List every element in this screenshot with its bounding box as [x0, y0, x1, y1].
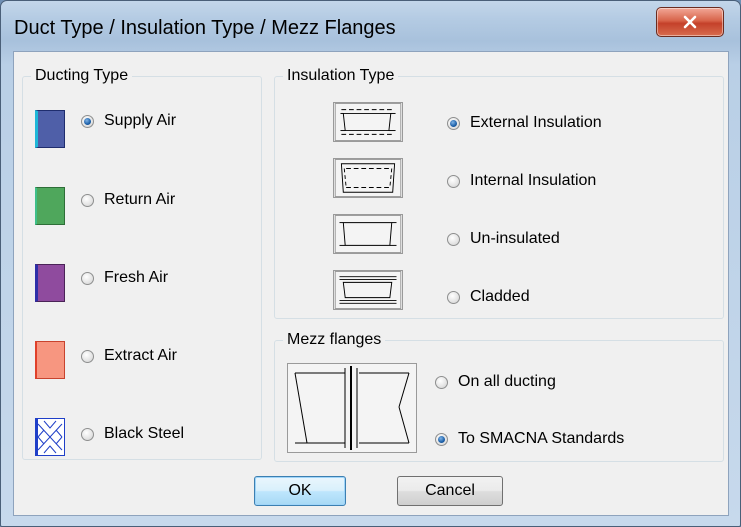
radio-button[interactable]: [447, 290, 460, 304]
ducting-option-supply-air[interactable]: Supply Air: [81, 112, 176, 130]
mezz-option-smacna[interactable]: To SMACNA Standards: [435, 430, 624, 448]
ducting-option-black-steel[interactable]: Black Steel: [81, 425, 184, 443]
insulation-option-internal[interactable]: Internal Insulation: [447, 172, 596, 190]
cladded-icon: [333, 270, 403, 310]
dialog-window: Duct Type / Insulation Type / Mezz Flang…: [0, 0, 741, 527]
close-button[interactable]: [656, 7, 724, 37]
insulation-option-un-insulated[interactable]: Un-insulated: [447, 230, 560, 248]
cancel-button[interactable]: Cancel: [397, 476, 503, 506]
radio-button[interactable]: [435, 432, 448, 446]
option-label: Internal Insulation: [470, 172, 597, 189]
radio-button[interactable]: [81, 114, 94, 128]
return-air-swatch: [35, 187, 65, 225]
option-label: Extract Air: [104, 347, 177, 364]
option-label: Un-insulated: [470, 230, 560, 247]
radio-button[interactable]: [435, 375, 448, 389]
option-label: External Insulation: [470, 114, 602, 131]
insulation-type-group: Insulation Type External Insulation Inte…: [274, 67, 724, 319]
fresh-air-swatch: [35, 264, 65, 302]
mezz-flanges-label: Mezz flanges: [283, 331, 386, 349]
option-label: Supply Air: [104, 112, 177, 129]
ducting-option-extract-air[interactable]: Extract Air: [81, 347, 177, 365]
ducting-option-fresh-air[interactable]: Fresh Air: [81, 269, 168, 287]
radio-button[interactable]: [81, 349, 94, 363]
mezz-option-on-all-ducting[interactable]: On all ducting: [435, 373, 556, 391]
option-label: Black Steel: [104, 425, 185, 442]
ducting-option-return-air[interactable]: Return Air: [81, 191, 175, 209]
insulation-option-cladded[interactable]: Cladded: [447, 288, 530, 306]
radio-button[interactable]: [81, 427, 94, 441]
internal-insulation-icon: [333, 158, 403, 198]
radio-button[interactable]: [447, 116, 460, 130]
extract-air-swatch: [35, 341, 65, 379]
radio-button[interactable]: [81, 193, 94, 207]
option-label: On all ducting: [458, 373, 556, 390]
title-bar[interactable]: Duct Type / Insulation Type / Mezz Flang…: [1, 1, 740, 51]
insulation-option-external[interactable]: External Insulation: [447, 114, 602, 132]
ok-button[interactable]: OK: [254, 476, 346, 506]
black-steel-swatch: [35, 418, 65, 456]
ducting-type-group: Ducting Type Supply Air Return Air Fresh…: [22, 67, 262, 460]
option-label: To SMACNA Standards: [458, 430, 625, 447]
option-label: Fresh Air: [104, 269, 169, 286]
dialog-body: Ducting Type Supply Air Return Air Fresh…: [13, 51, 729, 516]
option-label: Cladded: [470, 288, 530, 305]
radio-button[interactable]: [447, 174, 460, 188]
radio-button[interactable]: [81, 271, 94, 285]
supply-air-swatch: [35, 110, 65, 148]
radio-button[interactable]: [447, 232, 460, 246]
ducting-type-label: Ducting Type: [31, 67, 133, 85]
insulation-type-label: Insulation Type: [283, 67, 399, 85]
mezz-flange-icon: [287, 363, 417, 453]
external-insulation-icon: [333, 102, 403, 142]
dialog-title: Duct Type / Insulation Type / Mezz Flang…: [14, 17, 396, 39]
close-icon: [683, 15, 697, 29]
un-insulated-icon: [333, 214, 403, 254]
mezz-flanges-group: Mezz flanges On all ducting To SMACNA St…: [274, 331, 724, 462]
option-label: Return Air: [104, 191, 176, 208]
